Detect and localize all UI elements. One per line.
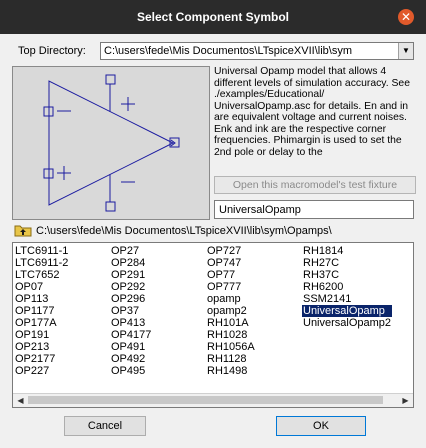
top-directory-value: C:\users\fede\Mis Documentos\LTspiceXVII… xyxy=(104,45,352,57)
horizontal-scrollbar[interactable]: ◀ ▶ xyxy=(13,393,413,407)
list-item[interactable]: OP213 xyxy=(14,341,69,353)
symbol-description: Universal Opamp model that allows 4 diff… xyxy=(214,66,410,158)
cancel-button[interactable]: Cancel xyxy=(64,416,146,436)
list-item[interactable]: OP495 xyxy=(110,365,152,377)
list-column-4: RH1814 RH27C RH37C RH6200 SSM2141 UniversalOp… xyxy=(302,245,393,329)
list-item[interactable]: OP07 xyxy=(14,281,69,293)
list-item[interactable]: opamp2 xyxy=(206,305,256,317)
list-item[interactable]: OP77 xyxy=(206,269,256,281)
list-item[interactable]: OP227 xyxy=(14,365,69,377)
list-column-2: OP27 OP284 OP291 OP292 OP296 OP37 OP413 OP4177 O… xyxy=(110,245,152,377)
list-item[interactable]: OP492 xyxy=(110,353,152,365)
scroll-right-icon[interactable]: ▶ xyxy=(399,394,412,407)
list-item[interactable]: UniversalOpamp xyxy=(302,305,393,317)
list-item[interactable]: OP296 xyxy=(110,293,152,305)
list-item[interactable]: OP1177 xyxy=(14,305,69,317)
list-item[interactable]: UniversalOpamp2 xyxy=(302,317,392,329)
list-item[interactable]: OP191 xyxy=(14,329,69,341)
close-button[interactable]: ✕ xyxy=(398,9,414,25)
list-item[interactable]: OP177A xyxy=(14,317,69,329)
list-column-1: LTC6911-1 LTC6911-2 LTC7652 OP07 OP113 OP1177… xyxy=(14,245,69,377)
scroll-left-icon[interactable]: ◀ xyxy=(14,394,27,407)
list-item[interactable]: OP747 xyxy=(206,257,256,269)
current-path-row: C:\users\fede\Mis Documentos\LTspiceXVII… xyxy=(14,224,414,238)
list-item[interactable]: RH1028 xyxy=(206,329,256,341)
component-list[interactable]: LTC6911-1 LTC6911-2 LTC7652 OP07 OP113 OP1177… xyxy=(12,242,414,408)
symbol-name-value: UniversalOpamp xyxy=(219,204,301,216)
list-item[interactable]: RH1128 xyxy=(206,353,256,365)
list-item[interactable]: OP777 xyxy=(206,281,256,293)
window-title: Select Component Symbol xyxy=(136,10,290,24)
top-directory-dropdown[interactable]: C:\users\fede\Mis Documentos\LTspiceXVII… xyxy=(100,42,414,60)
scroll-thumb[interactable] xyxy=(28,396,383,404)
list-item[interactable]: OP37 xyxy=(110,305,152,317)
list-item[interactable]: RH1056A xyxy=(206,341,256,353)
list-item[interactable]: OP491 xyxy=(110,341,152,353)
list-item[interactable]: OP727 xyxy=(206,245,256,257)
list-item[interactable]: RH1498 xyxy=(206,365,256,377)
ok-button[interactable]: OK xyxy=(276,416,366,436)
list-item[interactable]: LTC7652 xyxy=(14,269,69,281)
chevron-down-icon[interactable]: ▼ xyxy=(398,43,413,59)
list-item[interactable]: RH37C xyxy=(302,269,392,281)
list-item[interactable]: LTC6911-1 xyxy=(14,245,69,257)
symbol-preview xyxy=(12,66,210,220)
opamp-symbol-icon xyxy=(43,74,180,212)
list-item[interactable]: RH1814 xyxy=(302,245,392,257)
title-bar: Select Component Symbol ✕ xyxy=(0,0,426,34)
list-item[interactable]: RH101A xyxy=(206,317,256,329)
list-item[interactable]: OP2177 xyxy=(14,353,69,365)
folder-up-icon[interactable] xyxy=(14,224,32,237)
list-item[interactable]: OP291 xyxy=(110,269,152,281)
list-item[interactable]: RH27C xyxy=(302,257,392,269)
open-test-fixture-button[interactable]: Open this macromodel's test fixture xyxy=(214,176,416,194)
list-item[interactable]: RH6200 xyxy=(302,281,392,293)
list-item[interactable]: opamp xyxy=(206,293,256,305)
list-column-3: OP727 OP747 OP77 OP777 opamp opamp2 RH101A RH10… xyxy=(206,245,256,377)
current-path: C:\users\fede\Mis Documentos\LTspiceXVII… xyxy=(36,225,332,237)
list-item[interactable]: OP4177 xyxy=(110,329,152,341)
list-item[interactable]: OP413 xyxy=(110,317,152,329)
list-item[interactable]: OP292 xyxy=(110,281,152,293)
list-item[interactable]: OP113 xyxy=(14,293,69,305)
list-item[interactable]: OP284 xyxy=(110,257,152,269)
symbol-name-field[interactable]: UniversalOpamp xyxy=(214,200,414,219)
list-item[interactable]: OP27 xyxy=(110,245,152,257)
top-directory-label: Top Directory: xyxy=(18,45,86,57)
list-item[interactable]: LTC6911-2 xyxy=(14,257,69,269)
list-item[interactable]: SSM2141 xyxy=(302,293,392,305)
